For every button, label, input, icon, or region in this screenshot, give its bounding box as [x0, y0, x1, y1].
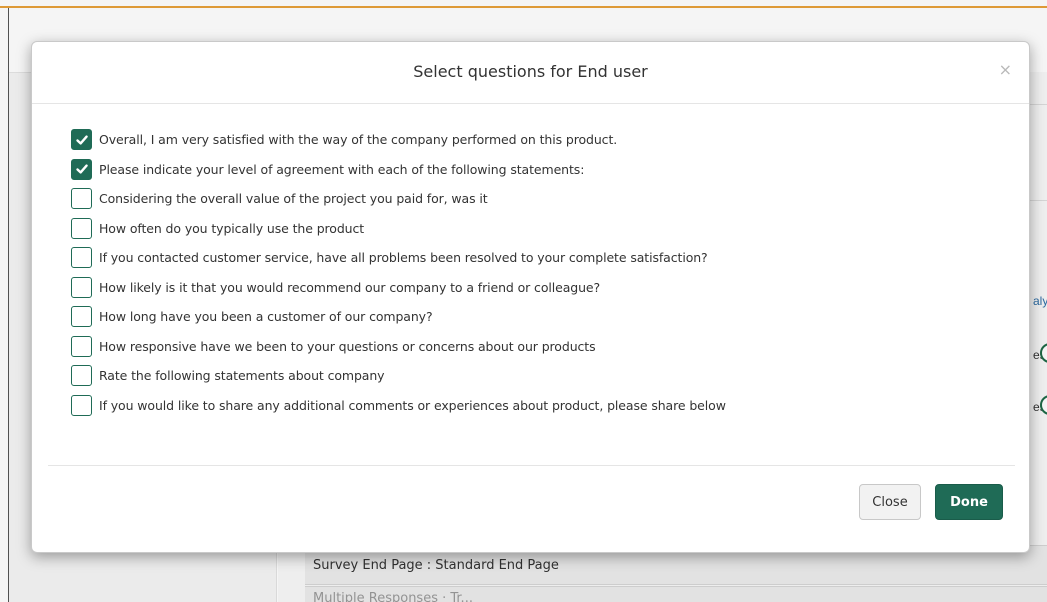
question-item[interactable]: How long have you been a customer of our…	[71, 302, 1011, 332]
question-label: How often do you typically use the produ…	[99, 220, 365, 236]
question-label: Please indicate your level of agreement …	[99, 161, 585, 177]
question-label: How long have you been a customer of our…	[99, 309, 433, 325]
check-icon	[75, 135, 88, 145]
question-label: If you contacted customer service, have …	[99, 250, 708, 266]
question-item[interactable]: If you contacted customer service, have …	[71, 243, 1011, 273]
select-questions-modal: Select questions for End user × Overall,…	[31, 41, 1030, 553]
close-icon[interactable]: ×	[999, 60, 1012, 79]
modal-footer-divider	[48, 465, 1015, 466]
question-label: How likely is it that you would recommen…	[99, 279, 601, 295]
modal-title: Select questions for End user	[413, 62, 648, 81]
question-checkbox[interactable]	[71, 306, 92, 328]
question-checkbox[interactable]	[71, 129, 92, 151]
question-item[interactable]: Considering the overall value of the pro…	[71, 184, 1011, 214]
question-item[interactable]: Overall, I am very satisfied with the wa…	[71, 125, 1011, 155]
question-label: Overall, I am very satisfied with the wa…	[99, 132, 618, 148]
question-checkbox[interactable]	[71, 394, 92, 416]
question-item[interactable]: If you would like to share any additiona…	[71, 391, 1011, 421]
question-checkbox[interactable]	[71, 276, 92, 298]
done-button[interactable]: Done	[935, 484, 1003, 520]
question-checkbox[interactable]	[71, 247, 92, 269]
question-label: If you would like to share any additiona…	[99, 397, 726, 413]
question-item[interactable]: How responsive have we been to your ques…	[71, 332, 1011, 362]
question-label: Rate the following statements about comp…	[99, 368, 385, 384]
question-checkbox[interactable]	[71, 365, 92, 387]
question-checkbox[interactable]	[71, 217, 92, 239]
question-list: Overall, I am very satisfied with the wa…	[71, 125, 1011, 420]
question-item[interactable]: How likely is it that you would recommen…	[71, 273, 1011, 303]
question-item[interactable]: How often do you typically use the produ…	[71, 214, 1011, 244]
question-label: Considering the overall value of the pro…	[99, 191, 488, 207]
question-item[interactable]: Rate the following statements about comp…	[71, 361, 1011, 391]
modal-header: Select questions for End user ×	[32, 42, 1029, 104]
check-icon	[75, 164, 88, 174]
close-button[interactable]: Close	[859, 484, 921, 520]
question-checkbox[interactable]	[71, 335, 92, 357]
question-checkbox[interactable]	[71, 188, 92, 210]
question-checkbox[interactable]	[71, 158, 92, 180]
question-label: How responsive have we been to your ques…	[99, 338, 596, 354]
question-item[interactable]: Please indicate your level of agreement …	[71, 155, 1011, 185]
